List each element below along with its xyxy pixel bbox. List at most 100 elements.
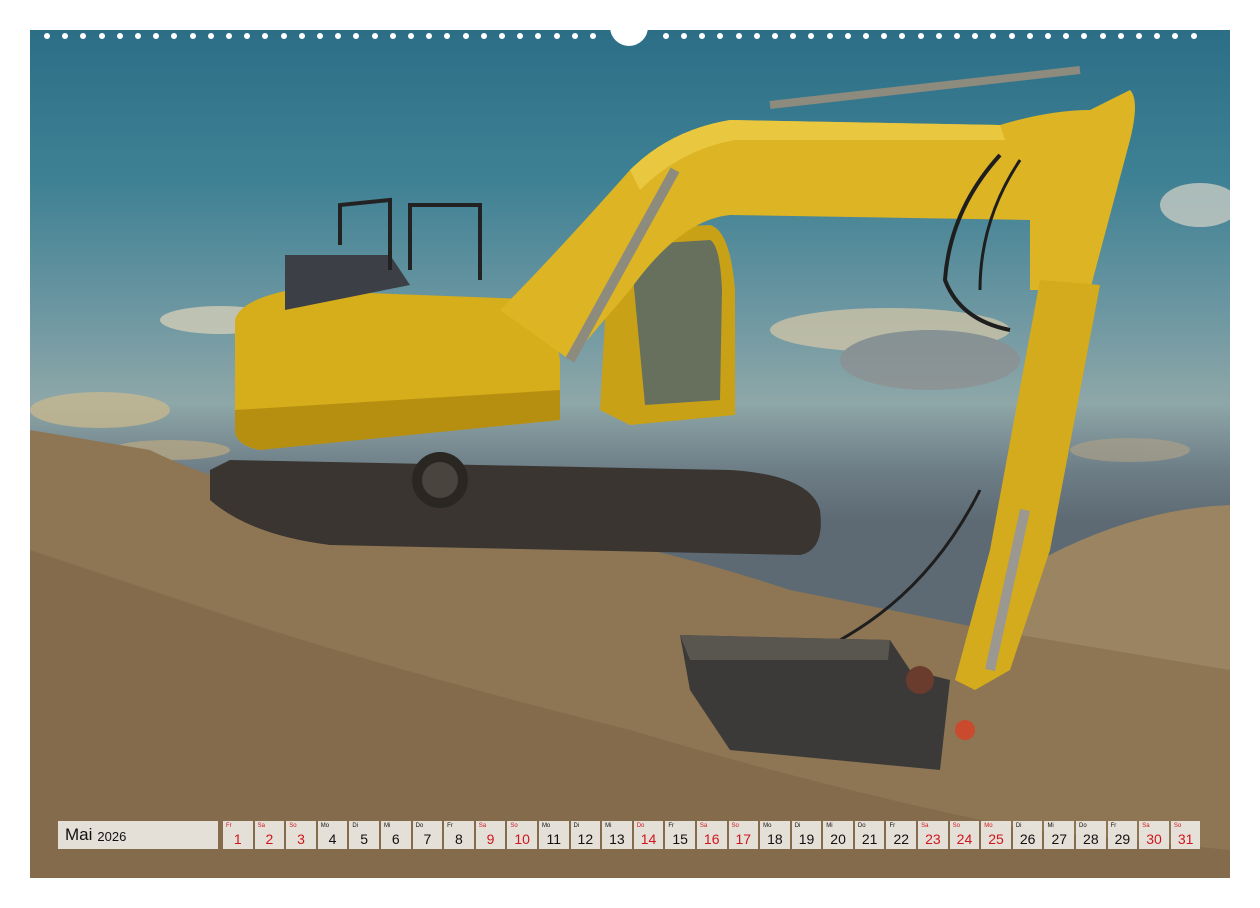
weekday-label: Sa — [699, 823, 708, 829]
spiral-binding — [30, 24, 1230, 46]
binding-hole — [153, 33, 160, 39]
binding-hole — [790, 33, 797, 39]
binding-hole — [44, 33, 50, 39]
day-cell: Do 7 — [412, 821, 443, 849]
day-cell: Fr 29 — [1107, 821, 1138, 849]
day-cell: Do 14 — [633, 821, 664, 849]
binding-hole — [1172, 33, 1179, 39]
day-number: 3 — [297, 831, 305, 847]
weekday-label: Sa — [1142, 823, 1150, 829]
day-cell: So 17 — [728, 821, 759, 849]
binding-hole — [826, 33, 833, 39]
binding-hole — [371, 33, 378, 39]
binding-hole — [1026, 33, 1033, 39]
weekday-label: Di — [794, 823, 801, 829]
day-cell: Di 5 — [349, 821, 379, 849]
binding-hole — [972, 33, 979, 39]
day-cell: Sa 23 — [918, 821, 948, 849]
binding-hole — [462, 33, 469, 39]
binding-hole — [499, 33, 505, 39]
day-cell: Fr 22 — [886, 821, 917, 849]
calendar-page: Mai 2026 Fr 1 Sa 2 So 3 Mo 4 Di 5 Mi 6 Do 7 Fr 8 Sa 9 So 10… — [0, 0, 1260, 908]
binding-hole — [844, 33, 851, 39]
month-label: Mai 2026 — [58, 821, 218, 849]
day-number: 2 — [265, 831, 274, 847]
day-number: 5 — [360, 831, 369, 847]
binding-hole — [62, 33, 69, 39]
month-year: 2026 — [97, 829, 127, 844]
weekday-label: Mo — [541, 823, 551, 829]
binding-hole — [662, 33, 669, 39]
day-cell: So 3 — [286, 821, 316, 849]
binding-hole — [98, 33, 105, 39]
weekday-label: Di — [1015, 823, 1022, 829]
weekday-label: Do — [1079, 823, 1087, 829]
day-cell: Sa 2 — [254, 821, 285, 849]
day-cell: Di 26 — [1012, 821, 1043, 849]
binding-hole — [1045, 33, 1051, 39]
binding-hole — [298, 33, 305, 39]
binding-hole — [899, 33, 906, 39]
weekday-label: Fr — [1110, 823, 1117, 829]
day-cell: So 31 — [1170, 821, 1201, 849]
day-cell: So 24 — [949, 821, 980, 849]
day-number: 18 — [767, 831, 783, 847]
day-number: 13 — [609, 831, 625, 847]
calendar-strip: Mai 2026 Fr 1 Sa 2 So 3 Mo 4 Di 5 Mi 6 Do 7 Fr 8 Sa 9 So 10… — [58, 821, 1201, 849]
day-number: 26 — [1019, 831, 1036, 847]
weekday-label: Sa — [921, 823, 929, 829]
binding-hole — [1190, 33, 1197, 39]
binding-hole — [699, 33, 706, 39]
day-cell: Sa 9 — [475, 821, 506, 849]
day-number: 7 — [423, 831, 432, 847]
day-cell: Mo 25 — [981, 821, 1011, 849]
binding-hole — [1063, 33, 1070, 39]
weekday-label: Do — [857, 823, 866, 829]
day-cell: Do 28 — [1076, 821, 1106, 849]
binding-hole — [917, 33, 924, 39]
day-number: 27 — [1051, 831, 1068, 847]
excavator-illustration — [30, 66, 1230, 878]
binding-hole — [571, 33, 578, 39]
day-cell: Fr 1 — [223, 821, 253, 849]
day-cell: Fr 8 — [444, 821, 474, 849]
day-cell: Mo 4 — [317, 821, 348, 849]
day-number: 9 — [486, 831, 495, 847]
weekday-label: Mo — [320, 823, 330, 829]
day-number: 22 — [893, 831, 910, 847]
day-cell: Mi 13 — [602, 821, 632, 849]
day-cell: Fr 15 — [665, 821, 695, 849]
weekday-label: Fr — [668, 823, 674, 829]
day-cell: Mi 20 — [823, 821, 853, 849]
day-number: 4 — [328, 831, 337, 847]
weekday-label: Sa — [478, 823, 487, 829]
binding-hole — [935, 33, 942, 39]
day-number: 25 — [988, 831, 1004, 847]
day-number: 16 — [703, 831, 720, 847]
binding-hole — [226, 33, 232, 39]
weekday-label: So — [731, 823, 739, 829]
weekday-label: Di — [352, 823, 359, 829]
day-number: 23 — [925, 831, 941, 847]
binding-hole — [753, 33, 760, 39]
weekday-label: Mi — [826, 823, 833, 829]
day-number: 15 — [672, 831, 688, 847]
binding-hole — [517, 33, 524, 39]
binding-hole — [808, 33, 815, 39]
binding-hole — [990, 33, 997, 39]
day-cell: Mi 27 — [1044, 821, 1075, 849]
binding-hole — [1081, 33, 1088, 39]
day-number: 21 — [861, 831, 878, 847]
day-number: 12 — [577, 831, 594, 847]
binding-hole — [207, 33, 214, 39]
binding-hole — [353, 33, 360, 39]
day-number: 20 — [830, 831, 846, 847]
binding-hole — [426, 33, 433, 39]
binding-hole — [335, 33, 342, 39]
day-cell: Mo 11 — [538, 821, 569, 849]
day-cell: Di 19 — [791, 821, 822, 849]
day-cell: So 10 — [507, 821, 537, 849]
binding-hole — [262, 33, 269, 39]
weekday-label: Mi — [1047, 823, 1054, 829]
binding-hole — [590, 33, 596, 39]
